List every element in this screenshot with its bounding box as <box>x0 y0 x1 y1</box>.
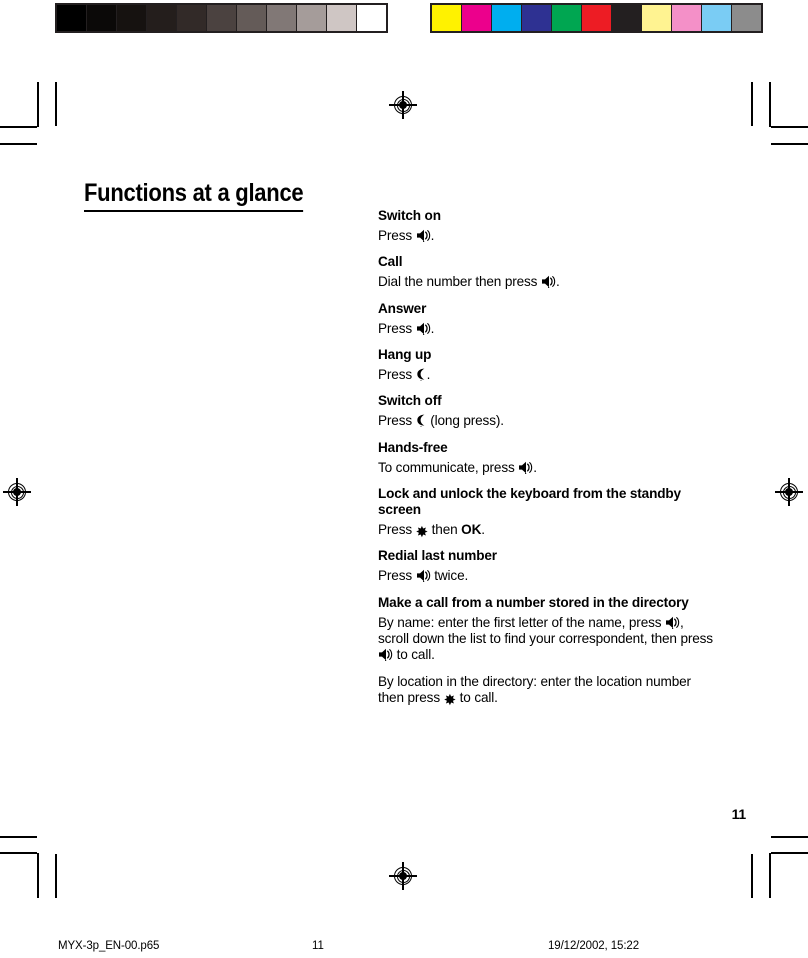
footer-timestamp: 19/12/2002, 15:22 <box>548 940 640 952</box>
registration-mark-right <box>775 478 803 506</box>
trim-corner-bottom-left-vertical <box>37 853 39 898</box>
grayscale-calibration-bar <box>55 3 388 33</box>
instruction-section: Switch off Press (long press). <box>378 393 718 429</box>
crop-mark-bottom-right-horizontal <box>771 852 808 854</box>
instruction-heading: Call <box>378 254 403 270</box>
instruction-section: Make a call from a number stored in the … <box>378 594 718 710</box>
color-swatch <box>642 5 671 31</box>
trim-corner-top-right-horizontal <box>771 143 808 145</box>
hangup-key-icon <box>416 368 427 382</box>
grayscale-swatch <box>177 5 206 31</box>
color-calibration-bar <box>430 3 763 33</box>
instruction-heading: Hang up <box>378 347 432 363</box>
trim-corner-bottom-left-horizontal <box>0 836 37 838</box>
grayscale-swatch <box>147 5 176 31</box>
call-key-icon <box>416 322 431 335</box>
color-swatch <box>522 5 551 31</box>
instruction-section: Call Dial the number then press . <box>378 254 718 290</box>
registration-mark-top <box>389 91 417 119</box>
color-swatch <box>672 5 701 31</box>
instruction-section: Answer Press . <box>378 301 718 337</box>
instruction-section: Redial last number Press twice. <box>378 548 718 584</box>
grayscale-swatch <box>357 5 386 31</box>
grayscale-swatch <box>87 5 116 31</box>
footer: MYX-3p_EN-00.p65 11 19/12/2002, 15:22 <box>0 940 808 958</box>
grayscale-swatch <box>57 5 86 31</box>
registration-center-dot <box>399 872 407 880</box>
instruction-heading: Switch off <box>378 393 442 409</box>
call-key-icon <box>378 648 393 662</box>
instruction-text: Press twice. <box>378 568 469 584</box>
hangup-key-icon <box>416 414 427 428</box>
instruction-text: Press . <box>378 367 431 383</box>
page-title: Functions at a glance <box>84 179 304 213</box>
instruction-heading: Lock and unlock the keyboard from the st… <box>378 486 681 518</box>
color-swatch <box>432 5 461 31</box>
instruction-section: Lock and unlock the keyboard from the st… <box>378 486 718 542</box>
instruction-section: Hang up Press . <box>378 347 718 383</box>
registration-center-dot <box>399 101 407 109</box>
grayscale-swatch <box>327 5 356 31</box>
instruction-section: Hands-free To communicate, press . <box>378 440 718 476</box>
crop-mark-top-left-vertical <box>55 82 57 126</box>
crop-mark-bottom-left-vertical <box>55 854 57 898</box>
trim-corner-bottom-right-vertical <box>769 853 771 898</box>
instruction-heading: Redial last number <box>378 548 497 564</box>
footer-page-number: 11 <box>312 940 324 952</box>
instruction-text: By location in the directory: enter the … <box>378 673 691 710</box>
color-swatch <box>612 5 641 31</box>
instruction-heading: Answer <box>378 300 427 316</box>
trim-corner-top-left-vertical <box>37 82 39 127</box>
color-swatch <box>552 5 581 31</box>
registration-center-dot <box>785 488 793 496</box>
instruction-text: Press . <box>378 228 435 244</box>
color-swatch <box>492 5 521 31</box>
color-swatch <box>462 5 491 31</box>
instruction-text: To communicate, press . <box>378 459 537 475</box>
footer-file-name: MYX-3p_EN-00.p65 <box>58 940 160 952</box>
call-key-icon <box>665 616 680 629</box>
instruction-heading: Make a call from a number stored in the … <box>378 594 689 610</box>
registration-center-dot <box>13 488 21 496</box>
grayscale-swatch <box>207 5 236 31</box>
grayscale-swatch <box>117 5 146 31</box>
registration-mark-left <box>3 478 31 506</box>
crop-mark-top-right-horizontal <box>771 126 808 128</box>
instruction-heading: Hands-free <box>378 439 448 455</box>
trim-corner-bottom-right-horizontal <box>771 836 808 838</box>
instruction-section: Switch on Press . <box>378 208 718 244</box>
instruction-text: By name: enter the first letter of the n… <box>378 614 713 663</box>
grayscale-swatch <box>237 5 266 31</box>
color-swatch <box>732 5 761 31</box>
page-number: 11 <box>731 806 747 822</box>
grayscale-swatch <box>267 5 296 31</box>
instruction-text: Press (long press). <box>378 413 504 429</box>
crop-mark-top-left-horizontal <box>0 126 37 128</box>
registration-mark-bottom <box>389 862 417 890</box>
instruction-text: Dial the number then press . <box>378 274 560 290</box>
instruction-text: Press ✸ then OK. <box>378 522 485 542</box>
instruction-text: Press . <box>378 320 435 336</box>
crop-mark-bottom-left-horizontal <box>0 852 37 854</box>
crop-mark-top-right-vertical <box>751 82 753 126</box>
crop-mark-bottom-right-vertical <box>751 854 753 898</box>
grayscale-swatch <box>297 5 326 31</box>
trim-corner-top-left-horizontal <box>0 143 37 145</box>
call-key-icon <box>416 229 431 243</box>
color-swatch <box>582 5 611 31</box>
call-key-icon <box>518 461 533 474</box>
color-swatch <box>702 5 731 31</box>
call-key-icon <box>416 569 431 583</box>
instruction-heading: Switch on <box>378 208 441 223</box>
emphasis-text: OK <box>461 522 482 538</box>
instructions-list: Switch on Press . Call Dial the number then… <box>378 208 718 716</box>
trim-corner-top-right-vertical <box>769 82 771 127</box>
call-key-icon <box>541 275 556 289</box>
